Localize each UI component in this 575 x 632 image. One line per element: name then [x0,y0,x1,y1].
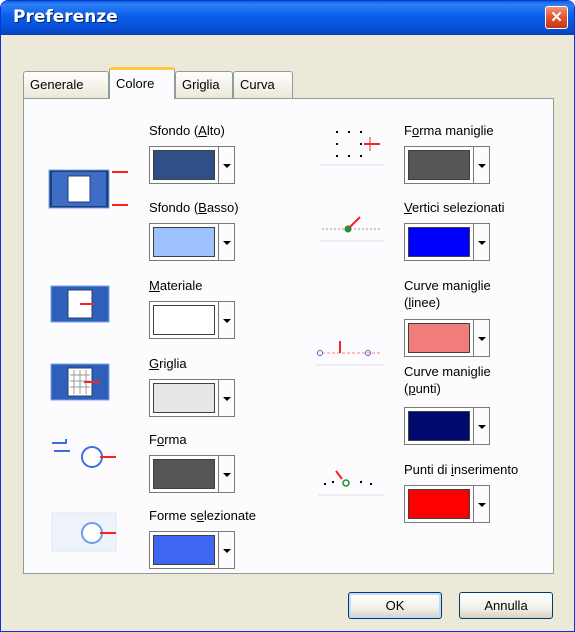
dropdown-button[interactable] [474,319,490,357]
label-forma: Forma [149,432,187,447]
color-swatch[interactable] [149,301,219,339]
color-swatch[interactable] [404,319,474,357]
color-swatch[interactable] [149,379,219,417]
swatch-fill [153,150,215,180]
close-button[interactable]: ✕ [545,6,568,29]
color-swatch[interactable] [404,223,474,261]
swatch-fill [153,383,215,413]
cancel-button-label: Annulla [484,598,528,613]
dropdown-button[interactable] [474,407,490,445]
insertion-points-icon [318,470,384,496]
label-materiale: Materiale [149,278,203,293]
material-icon [50,285,110,323]
chevron-down-icon [223,473,231,477]
dropdown-button[interactable] [219,146,235,184]
swatch-fill [408,227,470,257]
color-picker-sfondo-basso[interactable] [149,223,235,261]
background-top-icon [48,169,128,209]
chevron-down-icon [478,425,486,429]
tab-generale[interactable]: Generale [23,71,109,98]
ok-button[interactable]: OK [348,592,442,619]
swatch-fill [408,489,470,519]
chevron-down-icon [223,164,231,168]
color-picker-sfondo-alto[interactable] [149,146,235,184]
color-picker-griglia[interactable] [149,379,235,417]
color-picker-vertici-selezionati[interactable] [404,223,490,261]
tab-label: Colore [116,76,155,91]
label-sfondo-alto: Sfondo (Alto) [149,123,225,138]
swatch-fill [153,305,215,335]
dropdown-button[interactable] [474,146,490,184]
chevron-down-icon [478,164,486,168]
color-swatch[interactable] [149,223,219,261]
swatch-fill [153,459,215,489]
ok-button-label: OK [385,598,405,613]
color-picker-forma[interactable] [149,455,235,493]
chevron-down-icon [478,337,486,341]
chevron-down-icon [223,397,231,401]
chevron-down-icon [223,241,231,245]
chevron-down-icon [223,549,231,553]
grid-icon [50,363,110,401]
color-picker-forme-selezionate[interactable] [149,531,235,569]
dropdown-button[interactable] [474,223,490,261]
label-curve-maniglie-linee: Curve maniglie (linee) [404,278,491,310]
colors-panel: Sfondo (Alto) Sfondo (Basso) Materiale G… [23,98,554,574]
color-picker-forma-maniglie[interactable] [404,146,490,184]
color-swatch[interactable] [404,407,474,445]
swatch-fill [153,227,215,257]
color-picker-punti-di-inserimento[interactable] [404,485,490,523]
color-swatch[interactable] [149,455,219,493]
tab-griglia[interactable]: Griglia [175,71,233,98]
tab-colore[interactable]: Colore [109,67,175,99]
color-swatch[interactable] [404,485,474,523]
color-swatch[interactable] [149,146,219,184]
close-icon: ✕ [550,9,563,26]
window-title: Preferenze [13,7,118,27]
label-vertici-selezionati: Vertici selezionati [404,200,505,215]
dropdown-button[interactable] [474,485,490,523]
dropdown-button[interactable] [219,379,235,417]
label-curve-maniglie-punti: Curve maniglie (punti) [404,364,491,396]
color-swatch[interactable] [149,531,219,569]
color-swatch[interactable] [404,146,474,184]
curve-handle-lines-icon [316,341,384,366]
preferences-dialog: Preferenze ✕ Generale Colore Griglia Cur… [0,0,575,632]
chevron-down-icon [223,319,231,323]
handle-shape-icon [320,131,384,166]
swatch-fill [408,411,470,441]
shape-icon [52,439,116,468]
selected-vertices-icon [320,216,384,242]
label-forme-selezionate: Forme selezionate [149,508,256,523]
color-picker-materiale[interactable] [149,301,235,339]
swatch-fill [153,535,215,565]
tab-curva[interactable]: Curva [233,71,293,98]
cancel-button[interactable]: Annulla [459,592,553,619]
tab-label: Griglia [182,77,220,92]
label-punti-di-inserimento: Punti di inserimento [404,462,519,477]
swatch-fill [408,150,470,180]
dropdown-button[interactable] [219,531,235,569]
chevron-down-icon [478,241,486,245]
color-picker-curve-maniglie-linee[interactable] [404,319,490,357]
tab-label: Curva [240,77,275,92]
swatch-fill [408,323,470,353]
dropdown-button[interactable] [219,455,235,493]
label-sfondo-basso: Sfondo (Basso) [149,200,239,215]
label-griglia: Griglia [149,356,187,371]
label-forma-maniglie: Forma maniglie [404,123,494,138]
selected-shapes-icon [51,512,117,552]
title-bar[interactable]: Preferenze ✕ [1,1,574,35]
dropdown-button[interactable] [219,301,235,339]
color-picker-curve-maniglie-punti[interactable] [404,407,490,445]
dropdown-button[interactable] [219,223,235,261]
tab-label: Generale [30,77,84,92]
chevron-down-icon [478,503,486,507]
